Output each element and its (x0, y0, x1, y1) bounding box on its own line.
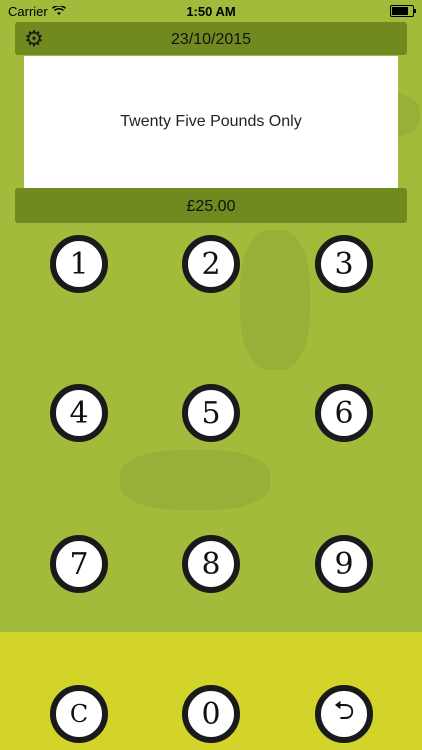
carrier-label: Carrier (8, 3, 48, 19)
key-2[interactable]: 2 (182, 235, 240, 293)
battery-level (392, 7, 409, 15)
amount-words-display: Twenty Five Pounds Only (24, 56, 398, 188)
status-bar: Carrier 1:50 AM (0, 0, 422, 22)
clear-key[interactable]: C (50, 685, 108, 743)
key-6[interactable]: 6 (315, 384, 373, 442)
key-1[interactable]: 1 (50, 235, 108, 293)
key-3[interactable]: 3 (315, 235, 373, 293)
background-texture (240, 230, 310, 370)
header-bar: ⚙ 23/10/2015 (15, 22, 407, 55)
amount-words-text: Twenty Five Pounds Only (120, 113, 302, 130)
key-5[interactable]: 5 (182, 384, 240, 442)
background-texture (120, 450, 270, 510)
key-9[interactable]: 9 (315, 535, 373, 593)
amount-value-bar: £25.00 (15, 188, 407, 223)
key-7[interactable]: 7 (50, 535, 108, 593)
date-label: 23/10/2015 (170, 31, 252, 48)
carrier-signal: Carrier (8, 4, 66, 19)
key-8[interactable]: 8 (182, 535, 240, 593)
battery-icon (390, 5, 416, 17)
wifi-icon (51, 6, 66, 15)
amount-value-text: £25.00 (186, 198, 236, 215)
key-4[interactable]: 4 (50, 384, 108, 442)
back-arrow-icon[interactable]: ⮌ (315, 685, 373, 743)
key-0[interactable]: 0 (182, 685, 240, 743)
